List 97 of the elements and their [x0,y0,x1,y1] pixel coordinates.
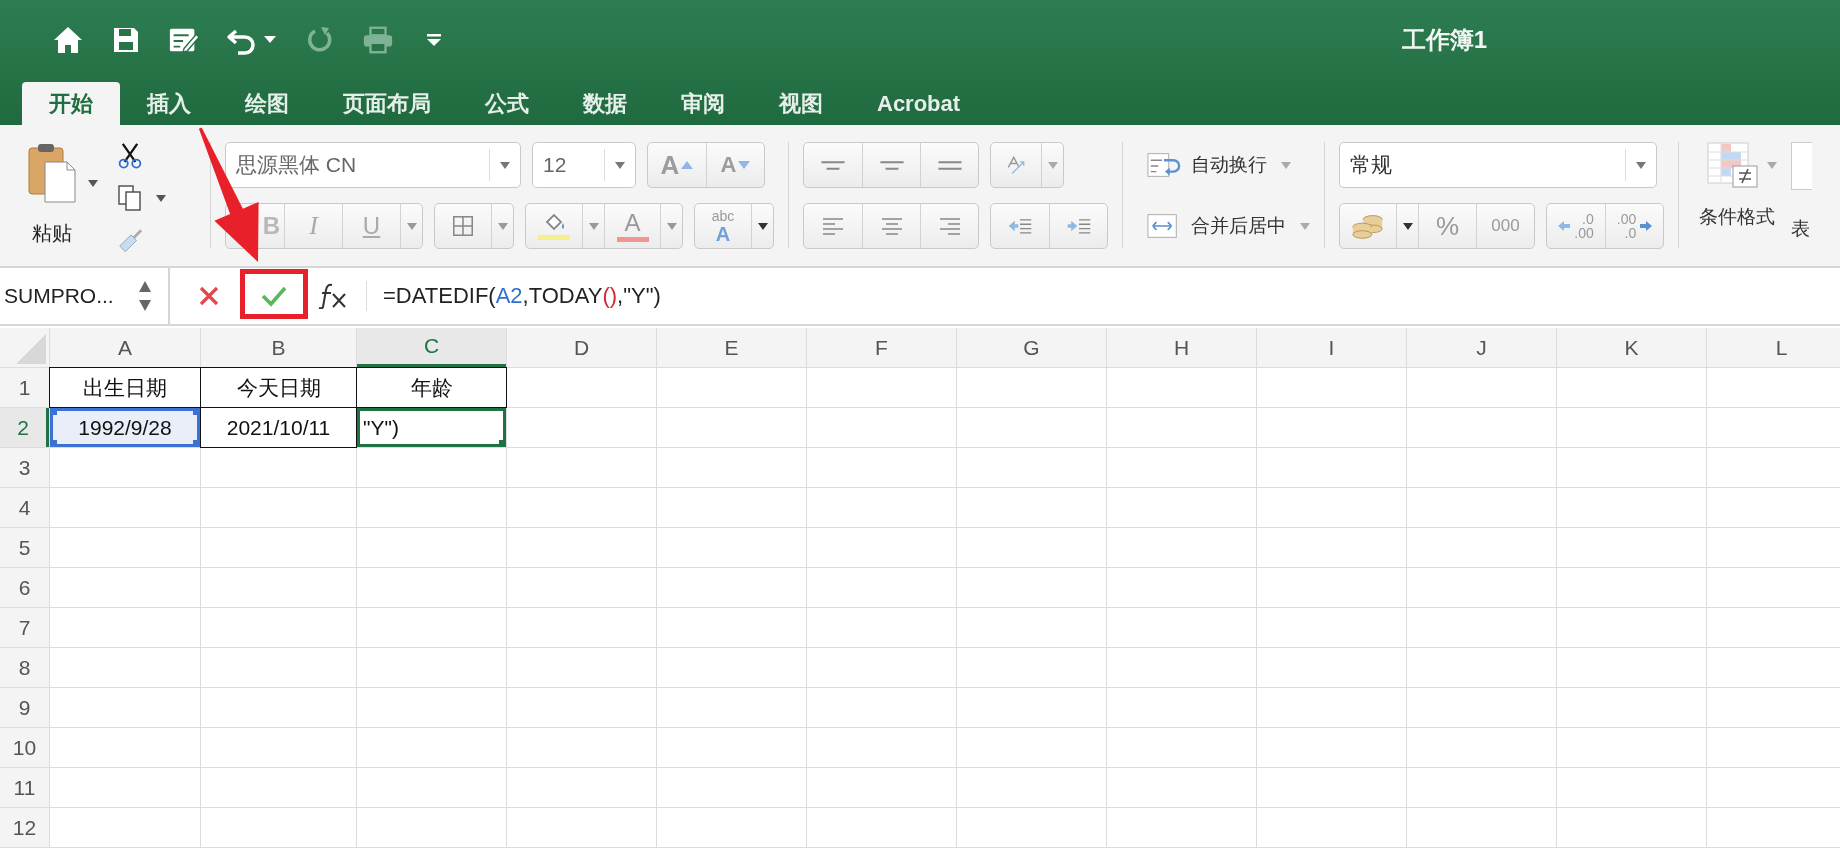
align-icon [878,160,905,170]
indent-icon [1007,216,1033,236]
ribbon-tab[interactable]: 页面布局 [316,82,458,125]
column-header[interactable]: I [1257,328,1406,367]
column-header[interactable]: E [657,328,806,367]
merge-center-button[interactable]: 合并后居中 [1137,203,1310,249]
caret-icon [615,161,625,169]
row-header[interactable]: 3 [0,448,49,487]
column-header[interactable]: F [807,328,956,367]
row-header[interactable]: 4 [0,488,49,527]
row-header[interactable]: 6 [0,568,49,607]
wrap-text-icon [1147,151,1181,179]
align-icon [936,160,963,170]
column-header[interactable]: J [1407,328,1556,367]
ribbon-label[interactable]: 表 [1791,216,1812,242]
triangle-icon [16,334,46,364]
column-header[interactable]: L [1707,328,1840,367]
function-icon[interactable] [318,283,348,309]
borders-icon [450,216,476,236]
table-cell[interactable]: 出生日期 [50,368,200,407]
caret-icon[interactable] [156,194,166,202]
caret-icon [1636,161,1646,169]
caret-icon[interactable] [264,36,276,44]
align-icon [820,160,846,170]
ribbon-tab[interactable]: 数据 [556,82,654,125]
select-all-button[interactable] [0,328,49,367]
table-cell[interactable]: 2021/10/11 [201,408,356,447]
fill-swatch [538,234,570,240]
ribbon-tab[interactable]: 公式 [458,82,556,125]
row-header[interactable]: 12 [0,808,49,847]
caret-icon [497,222,508,230]
conditional-format-button[interactable]: 条件格式 [1693,142,1781,230]
formula-input[interactable]: =DATEDIF(A2,TODAY(),"Y") [383,283,661,309]
caret-icon [1281,161,1291,169]
clipboard-icon [27,142,77,204]
copy-icon[interactable] [116,183,144,213]
column-header[interactable]: H [1107,328,1256,367]
column-header[interactable]: G [957,328,1106,367]
caret-icon [1300,222,1310,230]
up-triangle-icon [681,161,694,169]
table-icon[interactable] [1791,142,1812,190]
ribbon-tab[interactable]: 绘图 [218,82,316,125]
conditional-format-icon [1707,142,1759,188]
caret-icon [406,222,417,230]
ribbon-tab[interactable]: 插入 [120,82,218,125]
row-header[interactable]: 9 [0,688,49,727]
ribbon-tab[interactable]: 审阅 [654,82,752,125]
column-header[interactable]: C [357,328,506,367]
row-header[interactable]: 2 [0,408,49,447]
coins-icon [1351,212,1385,240]
active-cell[interactable]: "Y") [357,408,506,447]
down-triangle-icon [738,161,751,169]
highlight-frame [240,269,308,319]
indent-icon [1065,216,1092,236]
row-header[interactable]: 5 [0,528,49,567]
right-arrow-icon [1640,221,1653,231]
caret-icon [1047,161,1058,169]
row-header[interactable]: 7 [0,608,49,647]
name-box[interactable]: SUMPRO... [0,268,170,324]
window-title: 工作簿1 [1401,25,1487,55]
caret-icon [666,222,677,230]
caret-icon [588,222,599,230]
print-icon[interactable] [362,25,394,55]
column-header[interactable]: D [507,328,656,367]
caret-icon [1767,161,1777,169]
cut-icon[interactable] [116,142,144,169]
caret-icon [757,222,768,230]
paste-button[interactable]: 粘贴 [22,142,82,254]
color-swatch [616,236,649,242]
wrap-text-button[interactable]: 自动换行 [1137,142,1291,188]
align-icon [820,216,846,236]
caret-icon[interactable] [88,180,98,187]
row-header[interactable]: 8 [0,648,49,687]
table-cell[interactable]: 今天日期 [201,368,356,407]
checkmark-icon [260,285,288,307]
format-painter-icon[interactable] [116,227,144,254]
customize-toolbar-icon[interactable] [426,33,442,47]
ribbon-tab[interactable]: 视图 [752,82,850,125]
spinner-icon [138,279,152,313]
column-header[interactable]: K [1557,328,1706,367]
row-header[interactable]: 1 [0,368,49,407]
font-name-field[interactable]: 思源黑体 CN [225,142,521,188]
row-header[interactable]: 11 [0,768,49,807]
ribbon-tab[interactable]: Acrobat [850,82,988,125]
ribbon-tab[interactable]: 开始 [22,82,120,125]
cancel-icon[interactable] [198,285,220,307]
home-icon[interactable] [52,25,84,55]
caret-icon [1402,222,1413,230]
font-size-field[interactable]: 12 [532,142,636,188]
row-header[interactable]: 10 [0,728,49,767]
number-format-field[interactable]: 常规 [1339,142,1657,188]
column-header[interactable]: B [201,328,356,367]
table-cell[interactable]: 年龄 [357,368,506,407]
table-cell[interactable]: 1992/9/28 [50,408,200,447]
column-header[interactable]: A [50,328,200,367]
left-arrow-icon [1558,221,1571,231]
caret-icon [500,161,510,169]
